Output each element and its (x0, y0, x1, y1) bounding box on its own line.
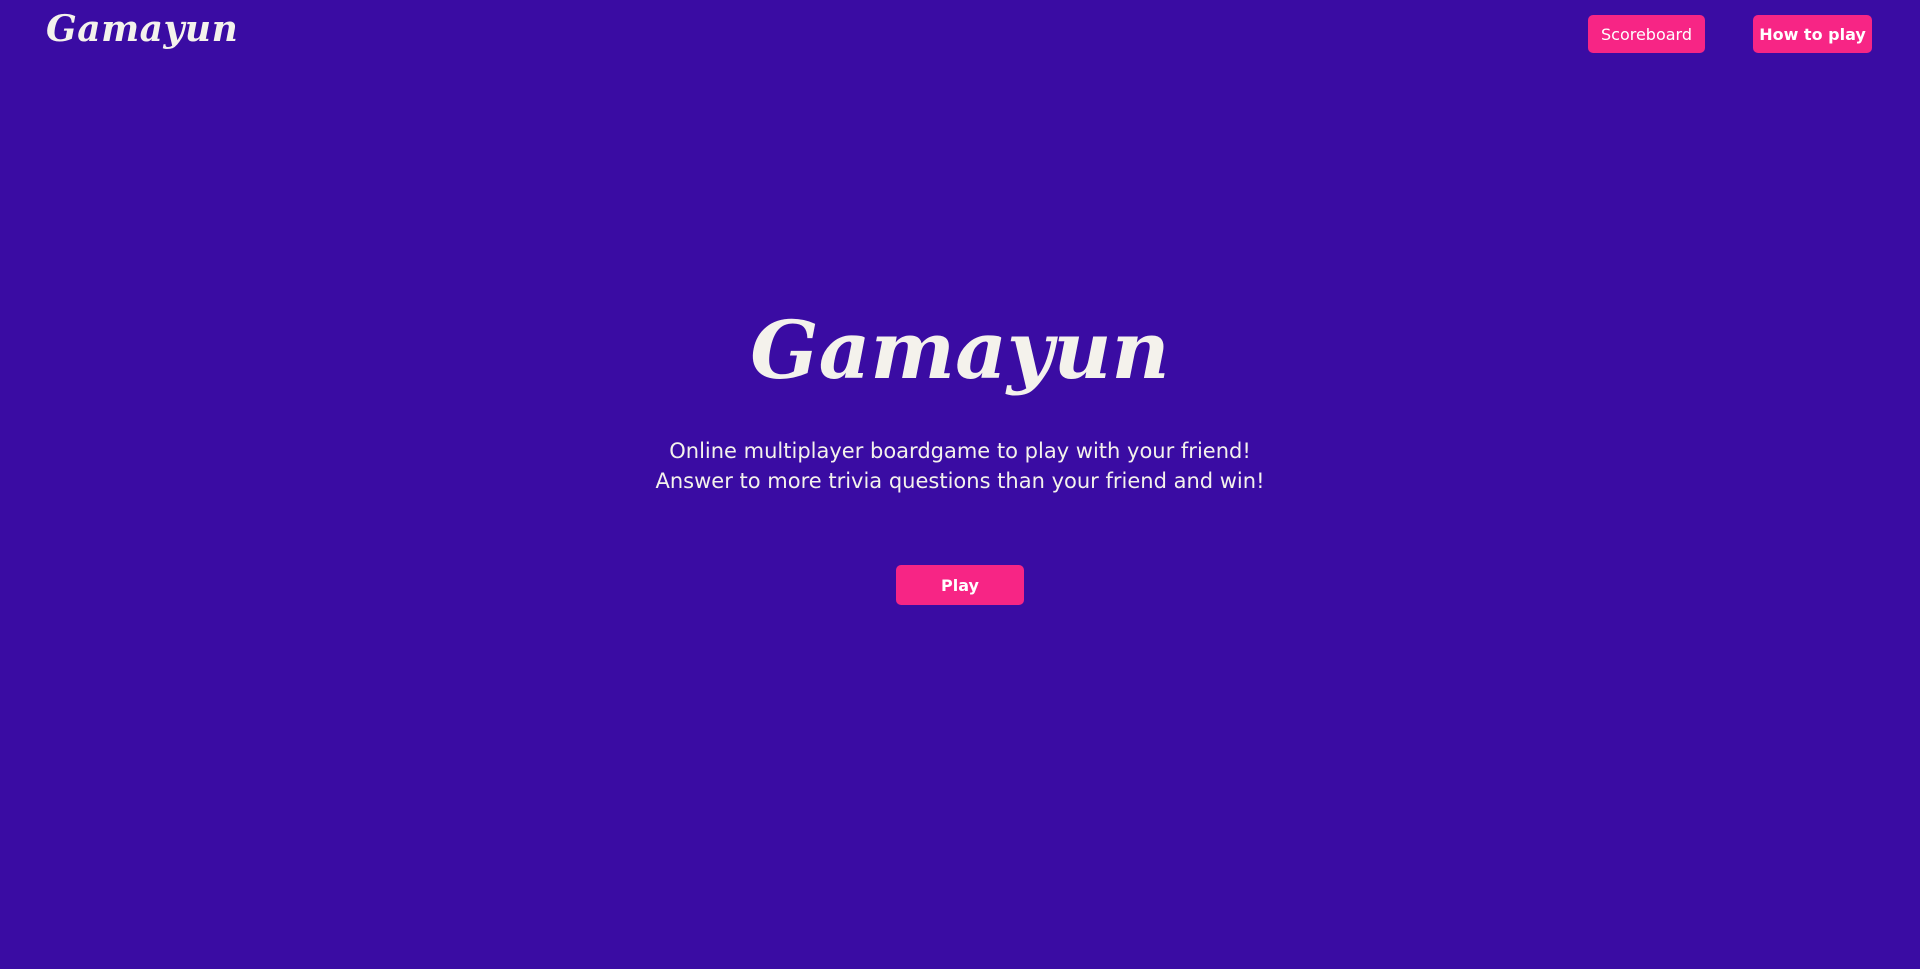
how-to-play-button[interactable]: How to play (1753, 15, 1872, 53)
play-button[interactable]: Play (896, 565, 1024, 605)
hero-subtitle-line-1: Online multiplayer boardgame to play wit… (669, 439, 1251, 463)
hero-subtitle-line-2: Answer to more trivia questions than you… (655, 469, 1265, 493)
hero-title: Gamayun (750, 303, 1170, 397)
landing-page: Gamayun Scoreboard How to play Gamayun O… (0, 0, 1920, 969)
scoreboard-button[interactable]: Scoreboard (1588, 15, 1705, 53)
site-logo[interactable]: Gamayun (46, 8, 238, 50)
